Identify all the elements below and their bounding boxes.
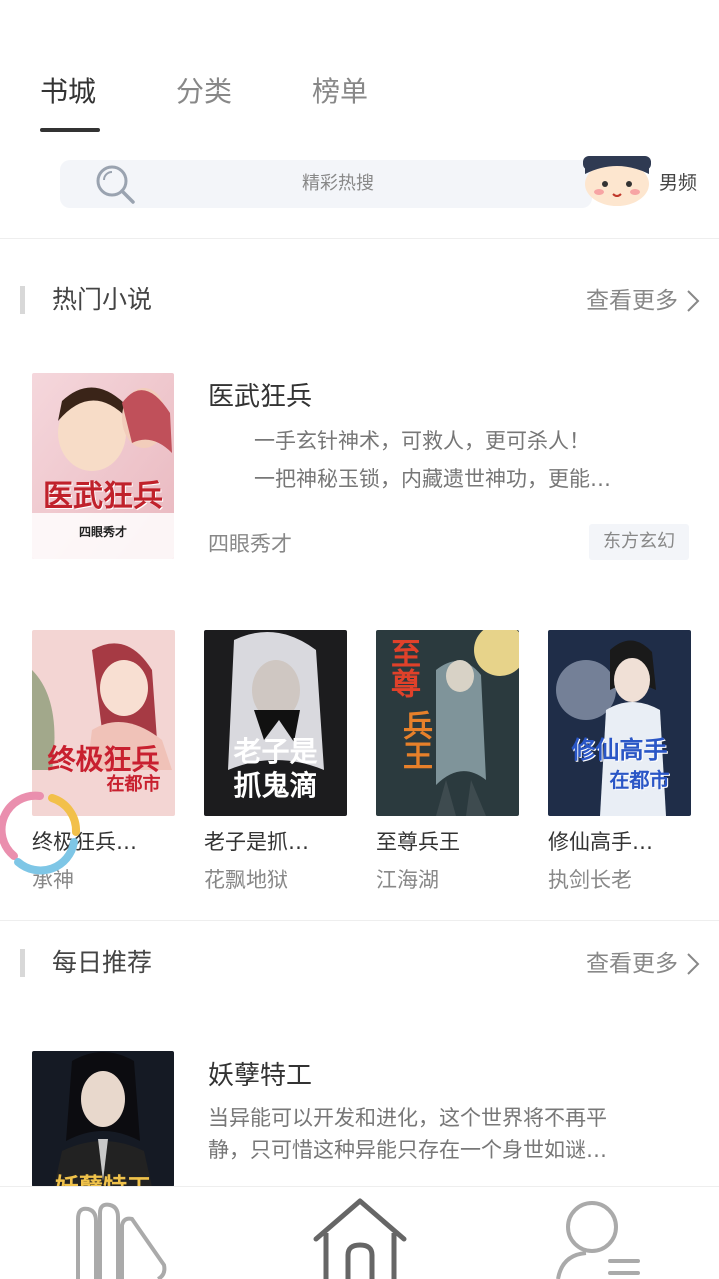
book-cover-subtitle: 在都市 xyxy=(609,768,670,792)
gender-label: 男频 xyxy=(659,172,698,194)
book-cover-subtitle: 兵王 xyxy=(397,710,432,770)
book-author: 江海湖 xyxy=(376,868,439,892)
daily-desc: 当异能可以开发和进化，这个世界将不再平 静，只可惜这种异能只存在一个身世如谜… xyxy=(208,1102,668,1166)
daily-cover[interactable]: 妖孽特工 xyxy=(32,1051,174,1187)
featured-desc: 一手玄针神术，可救人，更可杀人！ 一把神秘玉锁，内藏遗世神功，更能… xyxy=(208,422,688,498)
daily-more-label: 查看更多 xyxy=(586,951,678,977)
daily-desc-line: 静，只可惜这种异能只存在一个身世如谜… xyxy=(208,1138,607,1162)
search-bar[interactable]: 精彩热搜 xyxy=(60,160,592,208)
book-author: 花飘地狱 xyxy=(204,868,288,892)
book-title: 至尊兵王 xyxy=(376,830,460,854)
book-title: 修仙高手… xyxy=(548,830,653,854)
nav-home[interactable] xyxy=(310,1195,410,1279)
daily-title[interactable]: 妖孽特工 xyxy=(208,1055,312,1092)
genre-tag: 东方玄幻 xyxy=(589,524,689,560)
book-cover-title: 至尊 xyxy=(385,638,420,698)
bottom-nav xyxy=(0,1186,719,1279)
profile-icon xyxy=(556,1201,640,1279)
featured-desc-line: 一手玄针神术，可救人，更可杀人！ xyxy=(254,429,590,453)
daily-desc-line: 当异能可以开发和进化，这个世界将不再平 xyxy=(208,1106,607,1130)
book-cover: 至尊 兵王 xyxy=(376,630,519,816)
book-cover: 修仙高手 在都市 xyxy=(548,630,691,816)
bookstore-page: 书城 分类 榜单 精彩热搜 男频 热门小说 查看更多 医武狂兵 四眼秀才 医武狂… xyxy=(0,0,719,1279)
section-marker xyxy=(20,286,25,314)
loading-spinner-icon xyxy=(0,791,81,875)
featured-cover-author: 四眼秀才 xyxy=(78,525,127,539)
tab-ranking[interactable]: 榜单 xyxy=(312,70,368,130)
book-cover-subtitle: 抓鬼滴 xyxy=(233,769,318,802)
tab-bookstore[interactable]: 书城 xyxy=(40,70,101,132)
divider xyxy=(0,238,719,239)
search-placeholder: 精彩热搜 xyxy=(302,173,374,194)
nav-profile[interactable] xyxy=(552,1195,652,1279)
featured-author: 四眼秀才 xyxy=(208,532,292,556)
daily-section-title: 每日推荐 xyxy=(52,948,153,977)
book-cover: 老子是 抓鬼滴 xyxy=(204,630,347,816)
top-tabs: 书城 分类 榜单 xyxy=(40,70,448,132)
hot-more-link[interactable]: 查看更多 xyxy=(586,282,700,320)
tab-category[interactable]: 分类 xyxy=(176,70,232,130)
chevron-right-icon xyxy=(687,290,700,312)
boy-avatar-icon xyxy=(583,156,651,206)
gender-switch[interactable]: 男频 xyxy=(583,156,713,212)
daily-section-header: 每日推荐 查看更多 xyxy=(20,945,700,985)
daily-more-link[interactable]: 查看更多 xyxy=(586,945,700,983)
home-icon xyxy=(313,1198,407,1279)
featured-title[interactable]: 医武狂兵 xyxy=(208,376,312,413)
section-marker xyxy=(20,949,25,977)
bookshelf-icon xyxy=(76,1202,167,1279)
hot-section-title: 热门小说 xyxy=(52,285,153,314)
daily-cover-title: 妖孽特工 xyxy=(55,1172,151,1187)
divider xyxy=(0,920,719,921)
book-cover-title: 修仙高手 xyxy=(571,735,668,764)
featured-cover-title: 医武狂兵 xyxy=(43,479,163,514)
book-title: 老子是抓… xyxy=(204,830,309,854)
featured-cover[interactable]: 医武狂兵 四眼秀才 xyxy=(32,373,174,559)
nav-bookshelf[interactable] xyxy=(70,1195,170,1279)
hot-more-label: 查看更多 xyxy=(586,288,678,314)
book-author: 执剑长老 xyxy=(548,868,632,892)
featured-desc-line: 一把神秘玉锁，内藏遗世神功，更能… xyxy=(254,467,611,491)
hot-section-header: 热门小说 查看更多 xyxy=(20,282,700,322)
chevron-right-icon xyxy=(687,953,700,975)
